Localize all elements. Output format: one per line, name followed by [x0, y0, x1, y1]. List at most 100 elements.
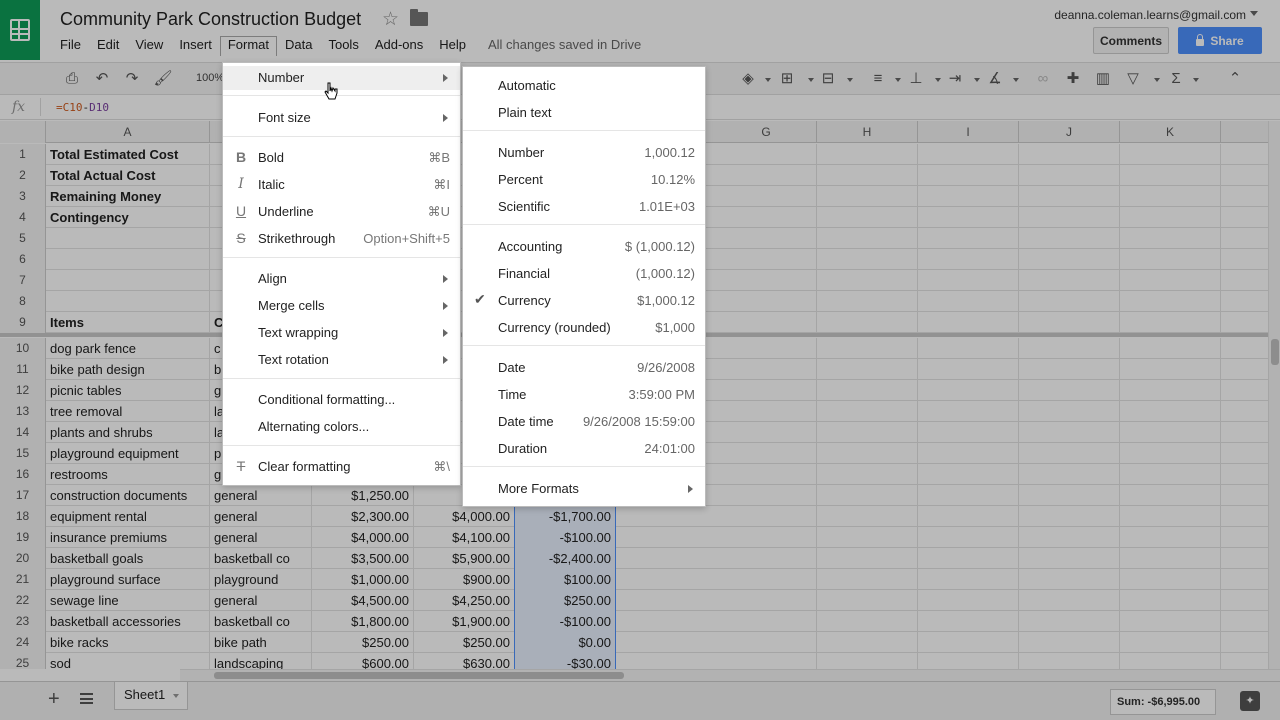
empty-cell[interactable]	[716, 186, 817, 207]
zoom-select[interactable]: 100%	[196, 72, 224, 84]
empty-cell[interactable]	[1120, 270, 1221, 291]
row-number[interactable]: 23	[0, 611, 46, 632]
column-header-k[interactable]: K	[1120, 121, 1221, 143]
row-number[interactable]: 15	[0, 443, 46, 464]
row-number[interactable]: 25	[0, 653, 46, 669]
cell-items[interactable]: Total Estimated Cost	[46, 144, 210, 165]
empty-cell[interactable]	[918, 506, 1019, 527]
menu-item-bold[interactable]: B Bold ⌘B	[223, 146, 460, 170]
collapse-toolbar-icon[interactable]: ⌃	[1225, 69, 1245, 89]
all-sheets-icon[interactable]	[80, 693, 93, 704]
column-header-g[interactable]: G	[716, 121, 817, 143]
empty-cell[interactable]	[918, 464, 1019, 485]
empty-cell[interactable]	[918, 422, 1019, 443]
share-button[interactable]: Share	[1178, 27, 1262, 54]
cell-estimated[interactable]: $3,500.00	[312, 548, 414, 569]
empty-cell[interactable]	[1120, 548, 1221, 569]
empty-cell[interactable]	[918, 249, 1019, 270]
format-currency[interactable]: ✔ Currency $1,000.12	[463, 288, 705, 312]
format-more-formats[interactable]: More Formats	[463, 476, 705, 500]
empty-cell[interactable]	[918, 338, 1019, 359]
empty-cell[interactable]	[918, 165, 1019, 186]
column-header-j[interactable]: J	[1019, 121, 1120, 143]
empty-cell[interactable]	[716, 312, 817, 333]
format-percent[interactable]: Percent 10.12%	[463, 167, 705, 191]
merge-cells-icon[interactable]: ⊟	[818, 69, 838, 89]
empty-cell[interactable]	[716, 443, 817, 464]
cell-difference[interactable]: $0.00	[514, 632, 616, 653]
empty-cell[interactable]	[918, 485, 1019, 506]
empty-cell[interactable]	[1120, 312, 1221, 333]
empty-cell[interactable]	[1120, 422, 1221, 443]
empty-cell[interactable]	[1019, 485, 1120, 506]
empty-cell[interactable]	[716, 165, 817, 186]
empty-cell[interactable]	[918, 207, 1019, 228]
empty-cell[interactable]	[1019, 569, 1120, 590]
empty-cell[interactable]	[716, 632, 817, 653]
empty-cell[interactable]	[1120, 527, 1221, 548]
empty-cell[interactable]	[716, 611, 817, 632]
cell-actual[interactable]: $5,900.00	[413, 548, 515, 569]
menu-item-conditional-formatting[interactable]: Conditional formatting...	[223, 388, 460, 412]
empty-cell[interactable]	[1019, 611, 1120, 632]
empty-cell[interactable]	[918, 144, 1019, 165]
empty-cell[interactable]	[817, 312, 918, 333]
row-number[interactable]: 9	[0, 312, 46, 333]
cell-difference[interactable]: -$100.00	[514, 527, 616, 548]
menu-addons[interactable]: Add-ons	[367, 36, 431, 54]
empty-cell[interactable]	[817, 443, 918, 464]
empty-cell[interactable]	[1120, 464, 1221, 485]
empty-cell[interactable]	[918, 312, 1019, 333]
menu-item-font-size[interactable]: Font size	[223, 106, 460, 130]
cell-items[interactable]	[46, 270, 210, 291]
scroll-thumb[interactable]	[214, 672, 624, 679]
empty-cell[interactable]	[716, 338, 817, 359]
row-number[interactable]: 7	[0, 270, 46, 291]
cell-items[interactable]: plants and shrubs	[46, 422, 210, 443]
empty-cell[interactable]	[817, 207, 918, 228]
menu-help[interactable]: Help	[431, 36, 474, 54]
cell-actual[interactable]: $4,000.00	[413, 506, 515, 527]
row-number[interactable]: 22	[0, 590, 46, 611]
document-title[interactable]: Community Park Construction Budget	[60, 9, 361, 30]
format-currency-rounded[interactable]: Currency (rounded) $1,000	[463, 315, 705, 339]
empty-cell[interactable]	[817, 165, 918, 186]
empty-cell[interactable]	[716, 527, 817, 548]
star-icon[interactable]: ☆	[382, 8, 399, 31]
cell-items[interactable]: dog park fence	[46, 338, 210, 359]
menu-item-underline[interactable]: U Underline ⌘U	[223, 200, 460, 224]
format-duration[interactable]: Duration 24:01:00	[463, 436, 705, 460]
cell-actual[interactable]: $4,100.00	[413, 527, 515, 548]
row-number[interactable]: 14	[0, 422, 46, 443]
row-number[interactable]: 3	[0, 186, 46, 207]
empty-cell[interactable]	[1019, 527, 1120, 548]
cell-items[interactable]: tree removal	[46, 401, 210, 422]
fill-color-icon[interactable]: ◈	[738, 69, 758, 89]
cell-items[interactable]: equipment rental	[46, 506, 210, 527]
empty-cell[interactable]	[817, 228, 918, 249]
column-header-h[interactable]: H	[817, 121, 918, 143]
cell-difference[interactable]: -$2,400.00	[514, 548, 616, 569]
cell-items[interactable]: Remaining Money	[46, 186, 210, 207]
cell-items[interactable]: Total Actual Cost	[46, 165, 210, 186]
empty-cell[interactable]	[1120, 590, 1221, 611]
cell-items[interactable]: basketball goals	[46, 548, 210, 569]
cell-actual[interactable]: $900.00	[413, 569, 515, 590]
cell-category[interactable]: general	[210, 485, 312, 506]
cell-category[interactable]: general	[210, 527, 312, 548]
empty-cell[interactable]	[918, 632, 1019, 653]
empty-cell[interactable]	[918, 291, 1019, 312]
empty-cell[interactable]	[918, 228, 1019, 249]
cell-actual[interactable]: $250.00	[413, 632, 515, 653]
empty-cell[interactable]	[817, 144, 918, 165]
sum-indicator[interactable]: Sum: -$6,995.00	[1110, 689, 1216, 715]
menu-view[interactable]: View	[127, 36, 171, 54]
row-number[interactable]: 8	[0, 291, 46, 312]
empty-cell[interactable]	[817, 527, 918, 548]
functions-icon[interactable]: Σ	[1166, 69, 1186, 89]
empty-cell[interactable]	[1019, 165, 1120, 186]
row-number[interactable]: 18	[0, 506, 46, 527]
cell-items[interactable]: Items	[46, 312, 210, 333]
menu-item-merge-cells[interactable]: Merge cells	[223, 294, 460, 318]
empty-cell[interactable]	[817, 569, 918, 590]
